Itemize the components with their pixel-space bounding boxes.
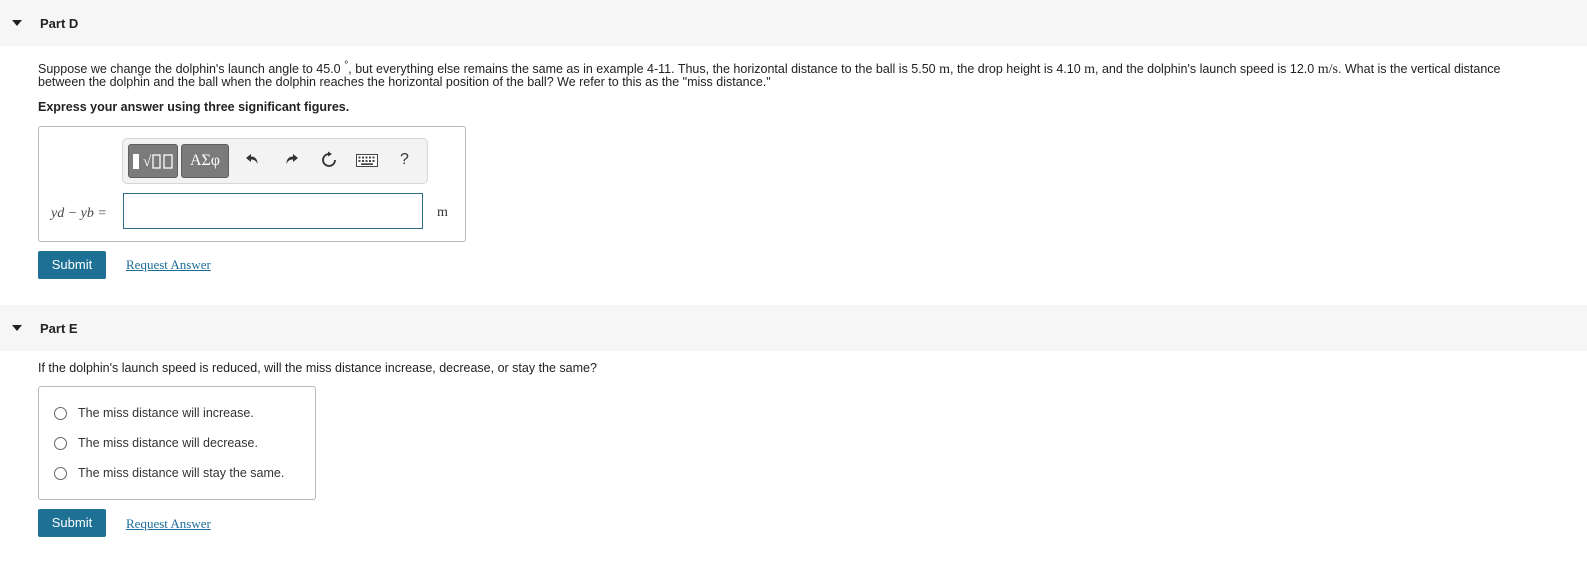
- answer-input[interactable]: [123, 193, 423, 229]
- part-d-request-answer-link[interactable]: Request Answer: [126, 257, 211, 273]
- radio-button[interactable]: [54, 467, 67, 480]
- radio-button[interactable]: [54, 407, 67, 420]
- undo-icon: [246, 154, 258, 164]
- svg-text:√: √: [143, 154, 152, 170]
- keyboard-icon: [356, 154, 378, 167]
- answer-label: yd − yb =: [51, 206, 107, 221]
- radio-button[interactable]: [54, 437, 67, 450]
- keyboard-button[interactable]: [356, 154, 378, 172]
- help-icon: ?: [400, 151, 409, 168]
- help-button[interactable]: ?: [400, 151, 409, 169]
- redo-button[interactable]: [283, 151, 299, 172]
- greek-label: ΑΣφ: [189, 152, 221, 169]
- part-e-question: If the dolphin's launch speed is reduced…: [38, 361, 597, 375]
- collapse-caret-icon[interactable]: [12, 325, 22, 331]
- answer-entry-box: √ ΑΣφ ? yd − yb = m: [38, 126, 466, 242]
- collapse-caret-icon[interactable]: [12, 20, 22, 26]
- redo-icon: [286, 154, 298, 164]
- math-toolbar: √ ΑΣφ ?: [122, 138, 428, 184]
- reset-icon: [322, 151, 336, 167]
- part-e-submit-button[interactable]: Submit: [38, 509, 106, 537]
- choice-label: The miss distance will increase.: [78, 406, 254, 420]
- choice-label: The miss distance will stay the same.: [78, 466, 285, 480]
- templates-icon: √: [133, 154, 173, 170]
- answer-unit: m: [437, 205, 448, 220]
- templates-button[interactable]: √: [128, 144, 178, 178]
- part-d-title: Part D: [40, 16, 79, 31]
- part-d-header[interactable]: Part D: [0, 0, 1587, 46]
- choice-group: The miss distance will increase. The mis…: [38, 386, 316, 500]
- choice-label: The miss distance will decrease.: [78, 436, 258, 450]
- part-e-request-answer-link[interactable]: Request Answer: [126, 516, 211, 532]
- greek-symbols-button[interactable]: ΑΣφ: [181, 144, 229, 178]
- part-e-title: Part E: [40, 321, 78, 336]
- part-d-question-line2: between the dolphin and the ball when th…: [38, 75, 771, 89]
- reset-button[interactable]: [320, 151, 338, 174]
- part-e-header[interactable]: Part E: [0, 305, 1587, 351]
- undo-button[interactable]: [245, 151, 261, 172]
- part-d-submit-button[interactable]: Submit: [38, 251, 106, 279]
- part-d-instruction: Express your answer using three signific…: [38, 100, 350, 114]
